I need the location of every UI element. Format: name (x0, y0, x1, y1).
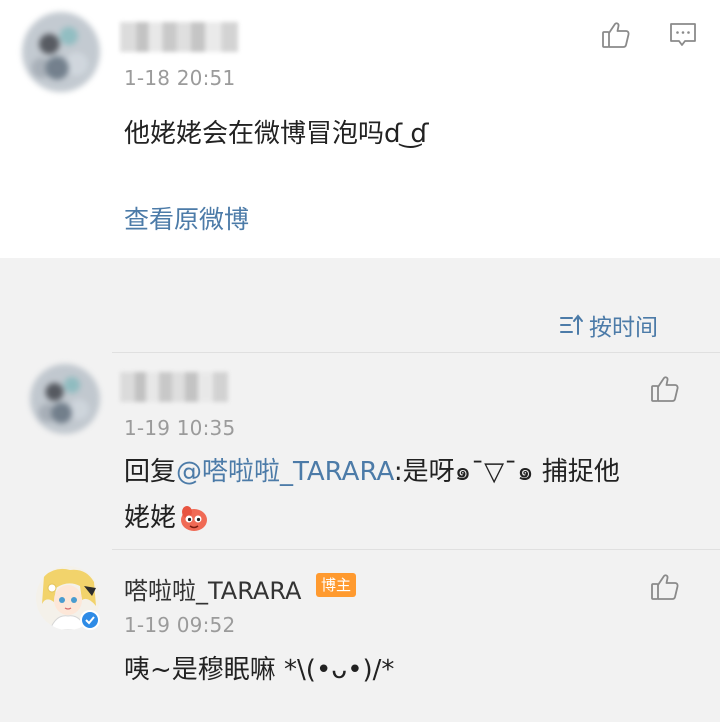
mention-link[interactable]: @嗒啦啦_TARARA (176, 457, 394, 487)
verified-badge-icon (80, 610, 100, 630)
host-badge: 博主 (316, 573, 357, 597)
reply-prefix: 回复 (124, 457, 177, 487)
reply-text-line2: 姥姥 (124, 503, 177, 533)
list-divider (112, 549, 720, 550)
reply-text-continuation: 姥姥 (124, 498, 210, 538)
like-icon[interactable] (650, 374, 680, 404)
reply-text: 回复@嗒啦啦_TARARA:是呀๑¯▽¯๑ 捕捉他 (124, 452, 684, 492)
sort-icon (559, 313, 585, 337)
reply-text: 咦~是穆眠嘛 *\(•ᴗ•)/* (124, 655, 395, 685)
list-divider-top (112, 352, 720, 353)
comment-text: 他姥姥会在微博冒泡吗ɗ ͜ɗ (124, 119, 429, 149)
comment-icon[interactable] (668, 20, 698, 50)
view-original-link[interactable]: 查看原微博 (124, 200, 249, 236)
original-comment-card: 1-18 20:51 他姥姥会在微博冒泡吗ɗ ͜ɗ 查看原微博 (0, 0, 720, 258)
reply-timestamp: 1-19 10:35 (124, 416, 236, 440)
reply-timestamp: 1-19 09:52 (124, 613, 236, 637)
reply-text-line1: :是呀๑¯▽¯๑ 捕捉他 (393, 457, 620, 487)
sort-label: 按时间 (589, 315, 658, 341)
avatar[interactable] (30, 364, 100, 434)
like-icon[interactable] (650, 572, 680, 602)
username-redacted[interactable] (120, 22, 238, 52)
reply-author-name[interactable]: 嗒啦啦_TARARA (124, 571, 301, 606)
sort-by-time-button[interactable]: 按时间 (559, 308, 658, 342)
avatar[interactable] (22, 12, 100, 92)
comment-timestamp: 1-18 20:51 (124, 66, 236, 90)
like-icon[interactable] (601, 20, 631, 50)
emoji-sticker-icon (178, 503, 210, 533)
username-redacted[interactable] (120, 372, 228, 402)
